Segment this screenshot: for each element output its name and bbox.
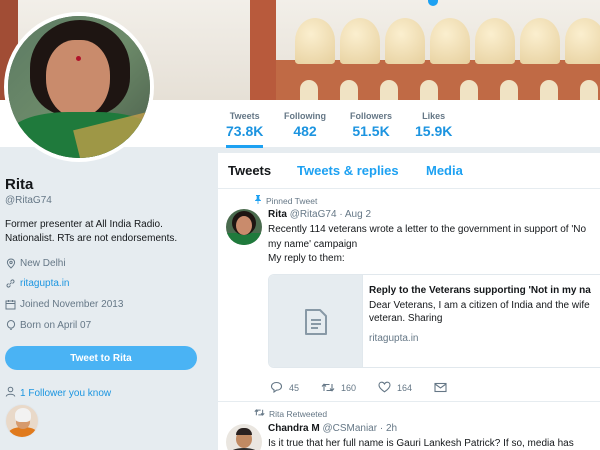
tab-tweets-replies[interactable]: Tweets & replies xyxy=(297,163,399,178)
stat-likes[interactable]: Likes 15.9K xyxy=(415,111,452,139)
profile-handle[interactable]: @RitaG74 xyxy=(5,195,52,206)
tweet-actions: 45 160 164 xyxy=(270,381,469,395)
stat-value: 482 xyxy=(293,123,317,139)
card-title: Reply to the Veterans supporting 'Not in… xyxy=(369,285,591,296)
card-desc-line: veteran. Sharing xyxy=(369,313,443,324)
card-domain: ritagupta.in xyxy=(369,333,419,344)
retweet-count: 160 xyxy=(341,383,357,393)
born-text: Born on April 07 xyxy=(20,320,92,331)
message-button[interactable] xyxy=(434,382,447,395)
tweet-author-name[interactable]: Rita xyxy=(268,209,287,220)
tweet-text: Is it true that her full name is Gauri L… xyxy=(268,438,574,449)
location-row: New Delhi xyxy=(5,258,66,269)
card-description: Dear Veterans, I am a citizen of India a… xyxy=(369,299,590,325)
retweet-icon xyxy=(321,382,335,395)
tab-media[interactable]: Media xyxy=(426,163,463,178)
heart-icon xyxy=(378,381,391,395)
like-button[interactable]: 164 xyxy=(378,381,412,395)
reply-count: 45 xyxy=(289,383,300,393)
joined-row: Joined November 2013 xyxy=(5,299,123,310)
pin-icon xyxy=(254,195,262,206)
retweeted-label: Rita Retweeted xyxy=(254,408,327,419)
tweet-author-handle[interactable]: @CSManiar xyxy=(322,423,377,434)
stat-value: 15.9K xyxy=(415,123,453,139)
stat-label: Following xyxy=(284,111,326,121)
stat-value: 51.5K xyxy=(352,123,390,139)
tweet-author-avatar[interactable] xyxy=(226,209,262,245)
link-card[interactable]: Reply to the Veterans supporting 'Not in… xyxy=(268,274,600,368)
location-pin-icon xyxy=(5,258,16,269)
followers-you-know-link[interactable]: 1 Follower you know xyxy=(5,386,111,400)
tweet-divider xyxy=(218,401,600,402)
website-row: ritagupta.in xyxy=(5,278,69,289)
bio-line: Former presenter at All India Radio. xyxy=(5,219,163,230)
stat-label: Tweets xyxy=(229,111,260,121)
tweet-to-button[interactable]: Tweet to Rita xyxy=(5,346,197,370)
tweet-date[interactable]: · Aug 2 xyxy=(339,209,371,220)
document-icon xyxy=(269,275,363,367)
balloon-icon xyxy=(5,320,16,331)
stat-label: Followers xyxy=(350,111,393,121)
tweet-date[interactable]: · 2h xyxy=(380,423,397,434)
calendar-icon xyxy=(5,299,16,310)
tweet-header: Rita @RitaG74 · Aug 2 xyxy=(268,209,371,220)
tweet-author-handle[interactable]: @RitaG74 xyxy=(290,209,337,220)
stat-followers[interactable]: Followers 51.5K xyxy=(350,111,392,139)
tweet-text-line: Recently 114 veterans wrote a letter to … xyxy=(268,224,587,235)
like-count: 164 xyxy=(397,383,413,393)
retweeted-label-text[interactable]: Rita Retweeted xyxy=(269,409,327,419)
profile-avatar[interactable] xyxy=(4,12,154,162)
follower-avatar[interactable] xyxy=(5,404,39,438)
profile-name[interactable]: Rita xyxy=(5,176,33,193)
reply-button[interactable]: 45 xyxy=(270,381,299,395)
stat-label: Likes xyxy=(422,111,446,121)
tweet-author-avatar[interactable] xyxy=(226,424,262,450)
envelope-icon xyxy=(434,382,447,395)
profile-bio: Former presenter at All India Radio. Nat… xyxy=(5,218,205,246)
tweet-text: Recently 114 veterans wrote a letter to … xyxy=(268,223,600,267)
pinned-tweet-label: Pinned Tweet xyxy=(254,195,317,206)
website-link[interactable]: ritagupta.in xyxy=(20,278,69,289)
joined-text: Joined November 2013 xyxy=(20,299,124,310)
followers-you-know-text[interactable]: 1 Follower you know xyxy=(20,388,111,399)
born-row: Born on April 07 xyxy=(5,320,91,331)
tab-tweets[interactable]: Tweets xyxy=(228,163,271,178)
tweet-author-name[interactable]: Chandra M xyxy=(268,423,320,434)
stat-value: 73.8K xyxy=(226,123,264,139)
tweet-text-line: My reply to them: xyxy=(268,253,345,264)
pinned-label-text: Pinned Tweet xyxy=(266,195,318,206)
timeline: Tweets Tweets & replies Media Pinned Twe… xyxy=(218,153,600,450)
stat-tweets[interactable]: Tweets 73.8K xyxy=(226,111,264,148)
tweet-header: Chandra M @CSManiar · 2h xyxy=(268,423,397,434)
reply-icon xyxy=(270,381,283,395)
card-desc-line: Dear Veterans, I am a citizen of India a… xyxy=(369,300,590,311)
person-icon xyxy=(5,386,16,400)
link-icon xyxy=(5,278,16,289)
stat-following[interactable]: Following 482 xyxy=(284,111,326,139)
bio-line: Nationalist. RTs are not endorsements. xyxy=(5,233,178,244)
retweet-small-icon xyxy=(254,408,265,419)
profile-sidebar: Rita @RitaG74 Former presenter at All In… xyxy=(0,148,215,450)
location-text: New Delhi xyxy=(20,258,66,269)
tweet-text-line: my name' campaign xyxy=(268,238,358,250)
retweet-button[interactable]: 160 xyxy=(321,382,356,395)
timeline-tabs: Tweets Tweets & replies Media xyxy=(218,153,600,189)
